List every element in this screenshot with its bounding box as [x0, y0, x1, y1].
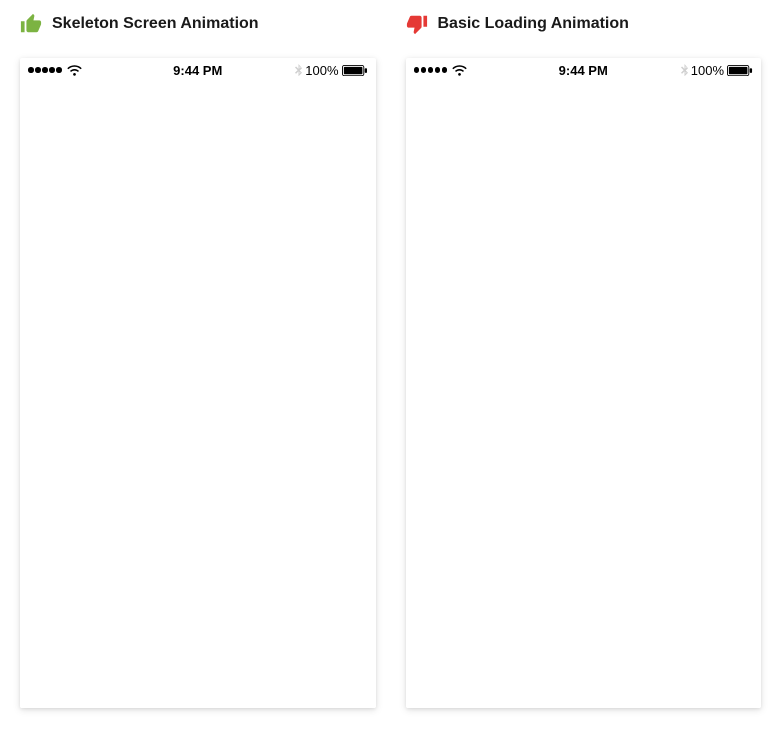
- battery-icon: [342, 64, 368, 76]
- right-status-bar: 9:44 PM 100%: [406, 58, 762, 80]
- left-phone-mockup: 9:44 PM 100%: [20, 58, 376, 708]
- status-right-group: 100%: [681, 63, 753, 78]
- status-time: 9:44 PM: [559, 63, 608, 78]
- right-phone-content: [406, 80, 762, 708]
- left-phone-content: [20, 80, 376, 708]
- comparison-container: Skeleton Screen Animation: [20, 10, 761, 708]
- status-right-group: 100%: [295, 63, 367, 78]
- thumbs-down-icon: [406, 13, 428, 35]
- signal-strength-icon: [414, 67, 448, 73]
- thumbs-up-icon: [20, 13, 42, 35]
- status-time: 9:44 PM: [173, 63, 222, 78]
- battery-percent: 100%: [305, 63, 338, 78]
- status-left-group: [28, 64, 82, 76]
- right-phone-mockup: 9:44 PM 100%: [406, 58, 762, 708]
- status-left-group: [414, 64, 468, 76]
- left-title: Skeleton Screen Animation: [52, 15, 259, 33]
- left-header: Skeleton Screen Animation: [20, 10, 376, 38]
- bluetooth-icon: [681, 64, 688, 76]
- right-header: Basic Loading Animation: [406, 10, 762, 38]
- battery-percent: 100%: [691, 63, 724, 78]
- left-column: Skeleton Screen Animation: [20, 10, 376, 708]
- battery-icon: [727, 64, 753, 76]
- right-title: Basic Loading Animation: [438, 15, 629, 33]
- left-status-bar: 9:44 PM 100%: [20, 58, 376, 80]
- signal-strength-icon: [28, 67, 62, 73]
- wifi-icon: [67, 64, 82, 76]
- bluetooth-icon: [295, 64, 302, 76]
- right-column: Basic Loading Animation: [406, 10, 762, 708]
- wifi-icon: [452, 64, 467, 76]
